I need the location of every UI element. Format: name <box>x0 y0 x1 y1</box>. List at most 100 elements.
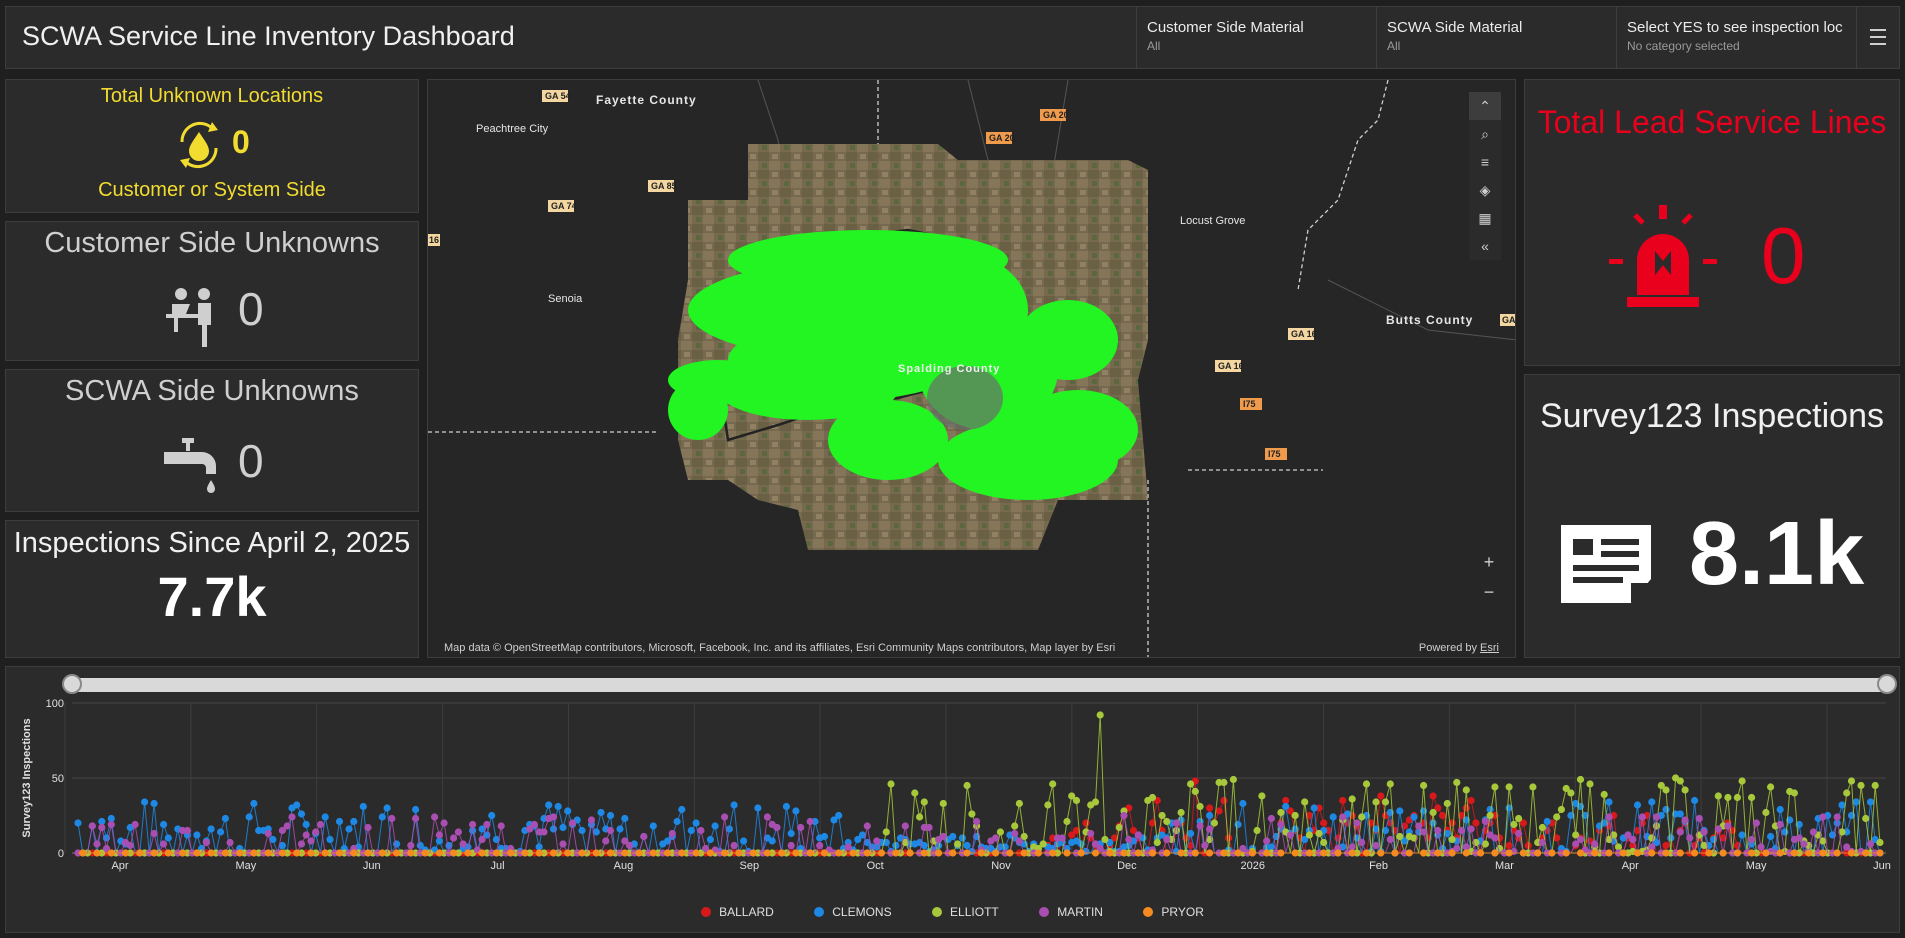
legend-label: MARTIN <box>1057 905 1103 919</box>
data-point <box>126 841 134 850</box>
data-point <box>1386 780 1394 788</box>
time-slider-end-handle[interactable] <box>1877 674 1897 694</box>
data-point <box>1676 849 1684 857</box>
data-point <box>578 849 586 857</box>
data-point <box>350 849 358 857</box>
data-point <box>1714 825 1722 833</box>
data-point <box>435 831 443 839</box>
data-point <box>706 835 715 844</box>
data-point <box>692 849 700 857</box>
data-point <box>1843 789 1851 797</box>
legend-item-elliott[interactable]: ELLIOTT <box>932 905 999 919</box>
time-slider-start-handle[interactable] <box>62 674 82 694</box>
page-title: SCWA Service Line Inventory Dashboard <box>22 21 515 51</box>
esri-link[interactable]: Esri <box>1480 642 1499 654</box>
data-point <box>568 819 577 827</box>
data-point <box>1286 831 1294 839</box>
data-point <box>1557 805 1565 814</box>
app-header: SCWA Service Line Inventory Dashboard Cu… <box>5 6 1900 69</box>
road-shield: GA 54 <box>545 91 571 101</box>
time-slider-track[interactable] <box>66 678 1893 692</box>
unknown-total-value: 0 <box>232 124 250 160</box>
data-point <box>835 849 843 857</box>
data-point <box>141 798 149 806</box>
layers-icon[interactable]: ◈ <box>1469 176 1501 204</box>
data-point <box>1866 798 1875 806</box>
panel-title: Total Lead Service Lines <box>1537 104 1887 140</box>
zoom-in-button[interactable]: + <box>1473 547 1505 577</box>
data-point <box>1562 849 1570 857</box>
inspection-location-selector[interactable]: Select YES to see inspection loc No cate… <box>1616 7 1859 68</box>
data-point <box>1063 849 1071 857</box>
data-point <box>606 849 615 857</box>
data-point <box>74 819 82 827</box>
x-tick-label: Jun <box>363 860 381 872</box>
data-point <box>1776 805 1784 814</box>
data-point <box>621 849 629 857</box>
legend-item-ballard[interactable]: BALLARD <box>701 905 774 919</box>
data-point <box>1134 849 1142 857</box>
data-point <box>107 849 115 857</box>
data-point <box>992 849 1000 857</box>
scwa-unknowns-panel: SCWA Side Unknowns 0 <box>5 369 419 512</box>
legend-item-martin[interactable]: MARTIN <box>1039 905 1103 919</box>
data-point <box>806 849 814 857</box>
data-point <box>1315 829 1323 838</box>
customer-side-material-selector[interactable]: Customer Side Material All <box>1136 7 1376 68</box>
customer-service-icon <box>164 286 224 348</box>
x-tick-label: 2026 <box>1240 860 1264 872</box>
data-point <box>1020 849 1028 857</box>
road-shield: GA <box>1502 315 1516 325</box>
data-point <box>1819 813 1827 821</box>
data-point <box>925 823 933 832</box>
x-tick-label: Feb <box>1369 860 1388 872</box>
map-view[interactable]: GA 54 GA 20 GA 20 GA 85 GA 74 16 GA 16 G… <box>427 79 1516 658</box>
data-point <box>1196 822 1204 830</box>
hamburger-menu-icon[interactable] <box>1856 7 1899 68</box>
collapse-icon[interactable]: « <box>1469 232 1501 260</box>
scwa-side-material-selector[interactable]: SCWA Side Material All <box>1376 7 1616 68</box>
chevrons-up-icon[interactable]: ⌃ <box>1469 92 1501 120</box>
data-point <box>920 849 928 857</box>
data-point <box>554 802 562 811</box>
data-point <box>1652 822 1661 830</box>
data-point <box>977 849 986 857</box>
data-point <box>706 849 715 857</box>
survey-value: 8.1k <box>1689 504 1865 604</box>
data-point <box>954 840 962 848</box>
data-point <box>364 849 372 857</box>
map-label: Peachtree City <box>476 123 549 135</box>
map-canvas[interactable]: GA 54 GA 20 GA 20 GA 85 GA 74 16 GA 16 G… <box>428 80 1516 658</box>
data-point <box>559 823 567 832</box>
data-point <box>1462 786 1470 794</box>
zoom-out-button[interactable]: − <box>1473 577 1505 607</box>
data-point <box>1072 796 1081 805</box>
data-point <box>1638 813 1646 821</box>
data-point <box>1106 849 1114 857</box>
road-shield: I75 <box>1268 449 1281 459</box>
data-point <box>1538 823 1546 832</box>
customer-unknowns-value: 0 <box>238 283 264 335</box>
data-point <box>1700 828 1708 836</box>
legend-item-clemons[interactable]: CLEMONS <box>814 905 892 919</box>
data-point <box>1467 825 1475 833</box>
data-point <box>1876 838 1884 847</box>
data-point <box>1434 826 1442 835</box>
data-point <box>1191 787 1199 796</box>
data-point <box>749 849 757 857</box>
data-point <box>1847 777 1856 785</box>
data-point <box>217 828 225 836</box>
data-point <box>621 814 629 823</box>
data-point <box>1662 786 1670 794</box>
zoom-controls: + − <box>1473 547 1501 607</box>
data-point <box>564 807 572 815</box>
list-icon[interactable]: ≡ <box>1469 148 1501 176</box>
data-point <box>1158 811 1166 820</box>
data-point <box>1263 837 1271 845</box>
legend-item-pryor[interactable]: PRYOR <box>1143 905 1204 919</box>
data-point <box>1748 793 1756 802</box>
search-icon[interactable]: ⌕ <box>1469 120 1501 148</box>
x-tick-label: Jun <box>1873 860 1891 872</box>
data-point <box>1448 849 1456 857</box>
qr-code-icon[interactable]: ▦ <box>1469 204 1501 232</box>
